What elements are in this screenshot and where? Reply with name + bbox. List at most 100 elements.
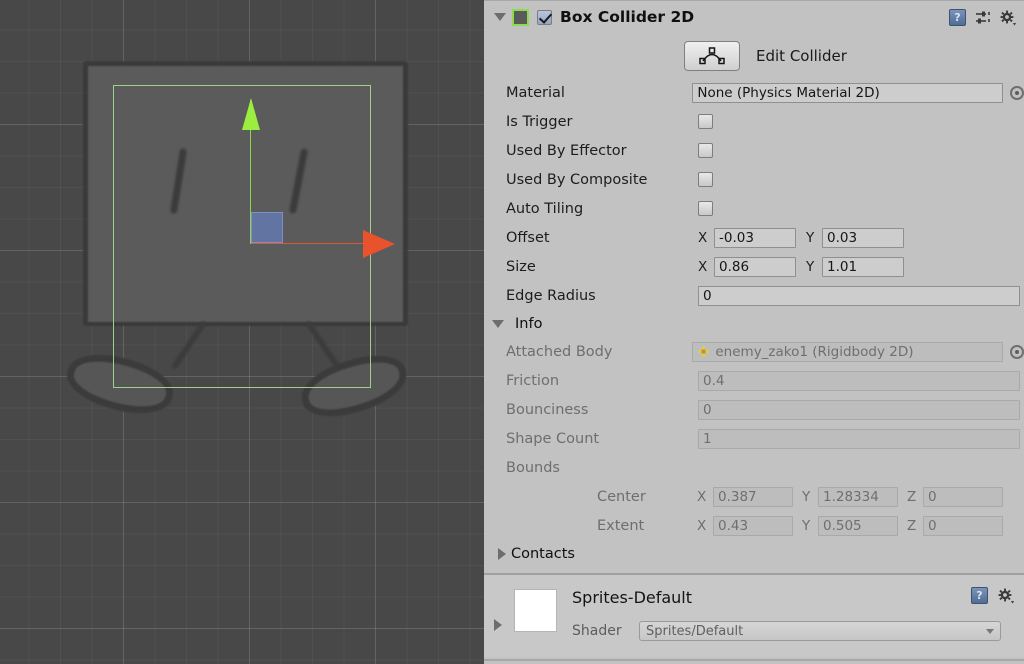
bounds-center-z-axis-label: Z (907, 488, 917, 505)
edge-radius-label: Edge Radius (506, 287, 596, 304)
offset-x-axis-label: X (698, 229, 708, 246)
help-icon[interactable]: ? (971, 587, 988, 604)
component-header-icons: ? (949, 9, 1016, 26)
bounds-extent-y-axis-label: Y (802, 517, 811, 534)
collider-outline[interactable] (113, 85, 371, 388)
chevron-right-icon[interactable] (498, 547, 506, 560)
friction-field: 0.4 (698, 370, 1020, 391)
component-enabled-checkbox[interactable] (537, 9, 552, 25)
property-row-is-trigger: Is Trigger (484, 107, 1024, 136)
preset-icon[interactable] (975, 10, 991, 26)
bounds-center-x-field: 0.387 (713, 486, 793, 507)
attached-body-value: enemy_zako1 (Rigidbody 2D) (715, 343, 914, 360)
bounds-center-z-field: 0 (923, 486, 1003, 507)
edit-collider-label: Edit Collider (756, 47, 847, 65)
material-name: Sprites-Default (572, 588, 693, 607)
component-header-box-collider-2d[interactable]: Box Collider 2D ? (484, 0, 1024, 34)
material-preview-panel: Sprites-Default Shader Sprites/Default ? (484, 575, 1024, 657)
offset-label: Offset (506, 229, 550, 246)
property-row-edge-radius: Edge Radius 0 (484, 281, 1024, 310)
settings-gear-icon[interactable] (998, 588, 1014, 604)
is-trigger-label: Is Trigger (506, 113, 573, 130)
shape-count-label: Shape Count (506, 430, 600, 447)
settings-gear-icon[interactable] (1000, 10, 1016, 26)
material-header-icons: ? (971, 587, 1014, 604)
bounds-center-y-field: 1.28334 (818, 486, 898, 507)
gizmo-x-axis-arrow[interactable] (363, 230, 395, 258)
used-by-composite-checkbox[interactable] (698, 172, 713, 187)
size-y-axis-label: Y (806, 258, 815, 275)
bounds-extent-x-axis-label: X (697, 517, 707, 534)
bounciness-field: 0 (698, 399, 1020, 420)
chevron-right-icon[interactable] (494, 619, 502, 631)
property-row-auto-tiling: Auto Tiling (484, 194, 1024, 223)
bounds-extent-x-field: 0.43 (713, 515, 793, 536)
shader-dropdown[interactable]: Sprites/Default (639, 621, 1001, 641)
contacts-label: Contacts (511, 545, 575, 562)
offset-y-input[interactable]: 0.03 (822, 227, 904, 248)
property-row-used-by-composite: Used By Composite (484, 165, 1024, 194)
property-row-attached-body: Attached Body enemy_zako1 (Rigidbody 2D) (484, 337, 1024, 366)
bounds-center-y-axis-label: Y (802, 488, 811, 505)
used-by-composite-label: Used By Composite (506, 171, 648, 188)
help-icon[interactable]: ? (949, 9, 966, 26)
offset-y-axis-label: Y (806, 229, 815, 246)
property-row-bounciness: Bounciness 0 (484, 395, 1024, 424)
bounds-extent-z-axis-label: Z (907, 517, 917, 534)
attached-body-label: Attached Body (506, 343, 613, 360)
property-row-bounds-center: Center X 0.387 Y 1.28334 Z 0 (484, 482, 1024, 511)
contacts-foldout[interactable]: Contacts (484, 540, 1024, 567)
gizmo-x-axis-line (251, 243, 375, 244)
bounds-label: Bounds (506, 459, 560, 476)
bounds-center-label: Center (597, 488, 646, 505)
property-row-shape-count: Shape Count 1 (484, 424, 1024, 453)
gizmo-center-handle[interactable] (251, 212, 283, 243)
material-field[interactable]: None (Physics Material 2D) (692, 82, 1004, 103)
is-trigger-checkbox[interactable] (698, 114, 713, 129)
shader-label: Shader (572, 623, 622, 639)
property-row-offset: Offset X -0.03 Y 0.03 (484, 223, 1024, 252)
property-row-bounds-extent: Extent X 0.43 Y 0.505 Z 0 (484, 511, 1024, 540)
component-title: Box Collider 2D (560, 8, 695, 26)
attached-body-field[interactable]: enemy_zako1 (Rigidbody 2D) (692, 341, 1004, 362)
gizmo-y-axis-arrow[interactable] (242, 98, 260, 130)
property-row-friction: Friction 0.4 (484, 366, 1024, 395)
inspector-bottom-divider (484, 659, 1024, 661)
size-label: Size (506, 258, 536, 275)
material-swatch (514, 589, 557, 632)
edge-radius-input[interactable]: 0 (698, 285, 1020, 306)
chevron-down-icon[interactable] (494, 13, 506, 21)
edit-collider-row: Edit Collider (484, 34, 1024, 78)
scene-view[interactable] (0, 0, 484, 664)
used-by-effector-checkbox[interactable] (698, 143, 713, 158)
size-y-input[interactable]: 1.01 (822, 256, 904, 277)
auto-tiling-checkbox[interactable] (698, 201, 713, 216)
box-collider-2d-icon (512, 8, 529, 26)
property-row-size: Size X 0.86 Y 1.01 (484, 252, 1024, 281)
inspector-panel: Box Collider 2D ? Edit Collider Material… (484, 0, 1024, 664)
info-label: Info (515, 315, 543, 332)
shape-count-field: 1 (698, 428, 1020, 449)
property-row-bounds: Bounds (484, 453, 1024, 482)
unity-editor-window: Box Collider 2D ? Edit Collider Material… (0, 0, 1024, 664)
info-foldout[interactable]: Info (484, 310, 1024, 337)
used-by-effector-label: Used By Effector (506, 142, 627, 159)
material-object-picker-icon[interactable] (1010, 85, 1024, 100)
bounds-center-x-axis-label: X (697, 488, 707, 505)
rigidbody2d-icon (697, 345, 710, 358)
material-label: Material (506, 84, 565, 101)
edit-collider-button[interactable] (684, 41, 740, 71)
size-x-input[interactable]: 0.86 (714, 256, 796, 277)
attached-body-object-picker-icon[interactable] (1010, 344, 1024, 359)
auto-tiling-label: Auto Tiling (506, 200, 584, 217)
bounds-extent-z-field: 0 (923, 515, 1003, 536)
offset-x-input[interactable]: -0.03 (714, 227, 796, 248)
shader-dropdown-value: Sprites/Default (646, 623, 744, 639)
property-row-material: Material None (Physics Material 2D) (484, 78, 1024, 107)
chevron-down-icon[interactable] (492, 319, 504, 328)
property-row-used-by-effector: Used By Effector (484, 136, 1024, 165)
friction-label: Friction (506, 372, 560, 389)
chevron-down-icon (986, 628, 994, 634)
bounds-extent-label: Extent (597, 517, 645, 534)
bounds-extent-y-field: 0.505 (818, 515, 898, 536)
